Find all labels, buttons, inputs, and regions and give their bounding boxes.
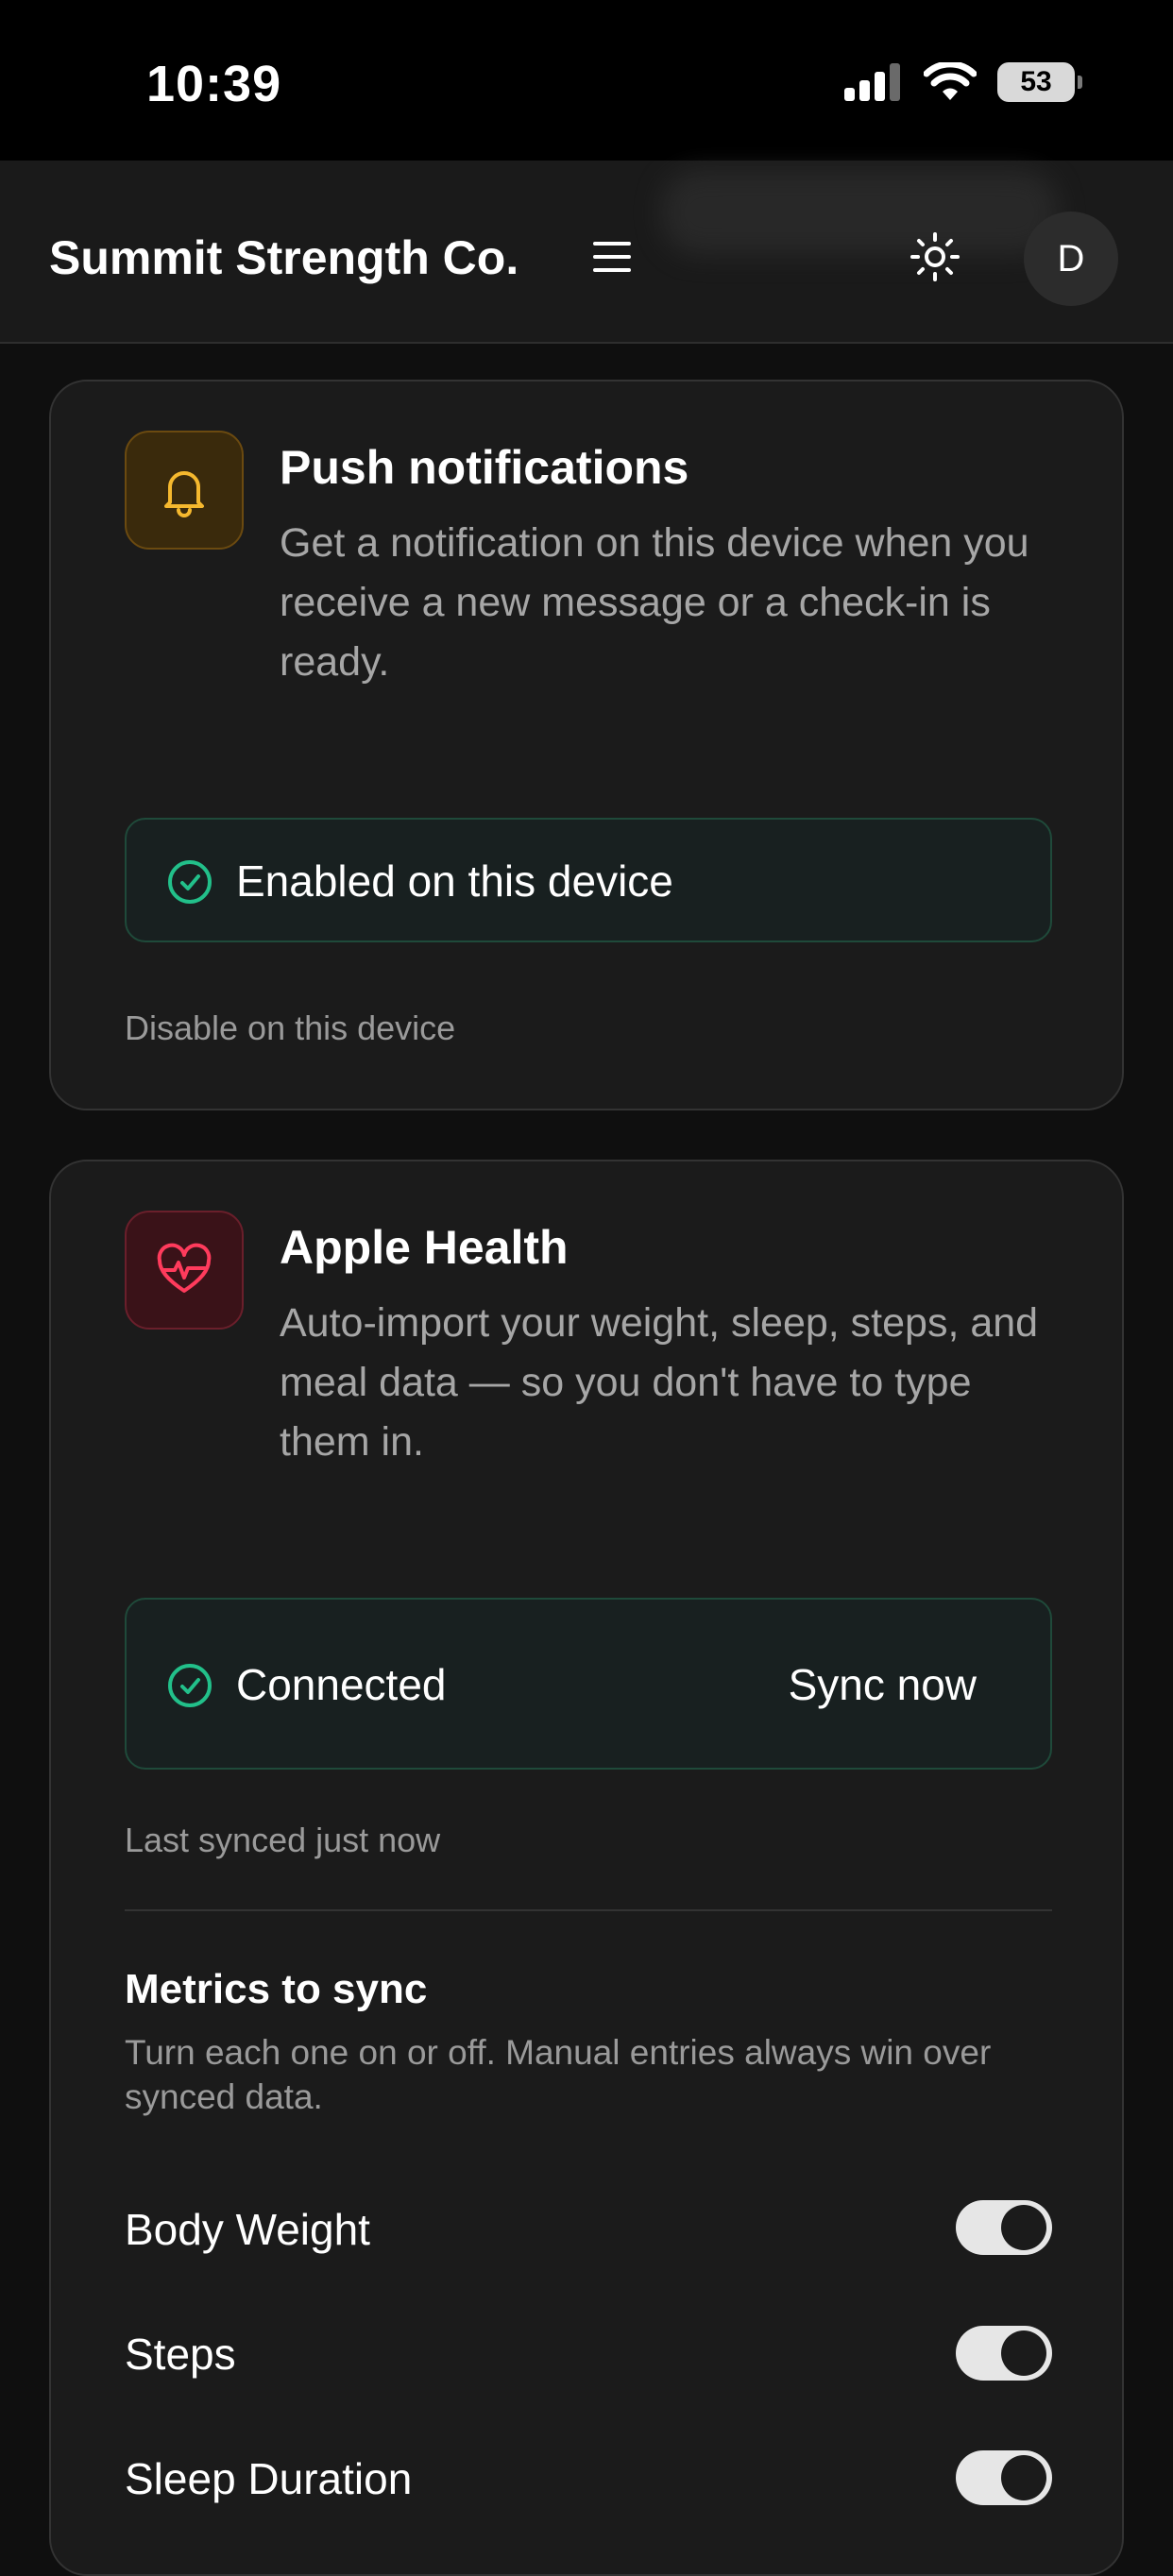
- push-status-box: Enabled on this device: [125, 818, 1052, 942]
- health-status-box: Connected Sync now: [125, 1598, 1052, 1770]
- battery-indicator: 53: [997, 62, 1082, 102]
- bell-icon: [164, 471, 204, 517]
- health-status-label: Connected: [236, 1660, 447, 1709]
- metric-label: Sleep Duration: [125, 2454, 413, 2503]
- brand-name: Summit Strength Co.: [49, 231, 519, 284]
- app-header: Summit Strength Co. D: [0, 161, 1173, 344]
- apple-health-card: Apple Health Auto-import your weight, sl…: [49, 1160, 1124, 2576]
- divider: [125, 1909, 1052, 1911]
- disable-device-link[interactable]: Disable on this device: [125, 1008, 455, 1048]
- hamburger-menu-icon[interactable]: [586, 234, 638, 280]
- status-time: 10:39: [146, 56, 282, 112]
- toggle-knob: [1001, 2330, 1046, 2376]
- metrics-section-description: Turn each one on or off. Manual entries …: [125, 2033, 992, 2116]
- bell-icon-tile: [125, 431, 244, 550]
- heart-icon-tile: [125, 1211, 244, 1330]
- push-notifications-card: Push notifications Get a notification on…: [49, 380, 1124, 1110]
- push-status-label: Enabled on this device: [236, 856, 673, 906]
- cellular-signal-icon: [844, 63, 900, 101]
- blurred-overlay: [661, 170, 1058, 255]
- status-bar: 10:39 53: [0, 0, 1173, 161]
- metrics-section-title: Metrics to sync: [125, 1966, 428, 2012]
- metric-toggle[interactable]: [956, 2450, 1052, 2505]
- metric-label: Steps: [125, 2330, 236, 2379]
- status-icons: 53: [844, 62, 1082, 102]
- check-circle-icon: [168, 1664, 212, 1707]
- toggle-knob: [1001, 2205, 1046, 2250]
- card-title: Push notifications: [280, 441, 689, 494]
- avatar[interactable]: D: [1024, 212, 1118, 306]
- sync-now-button[interactable]: Sync now: [789, 1659, 977, 1710]
- last-synced-text: Last synced just now: [125, 1821, 441, 1859]
- card-description: Auto-import your weight, sleep, steps, a…: [280, 1300, 1039, 1465]
- toggle-knob: [1001, 2455, 1046, 2500]
- check-circle-icon: [168, 860, 212, 904]
- sun-icon[interactable]: [907, 229, 963, 285]
- wifi-icon: [924, 62, 977, 100]
- metric-toggle[interactable]: [956, 2200, 1052, 2255]
- metric-toggle[interactable]: [956, 2326, 1052, 2381]
- metric-label: Body Weight: [125, 2205, 370, 2254]
- card-title: Apple Health: [280, 1221, 569, 1274]
- card-description: Get a notification on this device when y…: [280, 520, 1029, 685]
- heart-pulse-icon: [157, 1243, 212, 1293]
